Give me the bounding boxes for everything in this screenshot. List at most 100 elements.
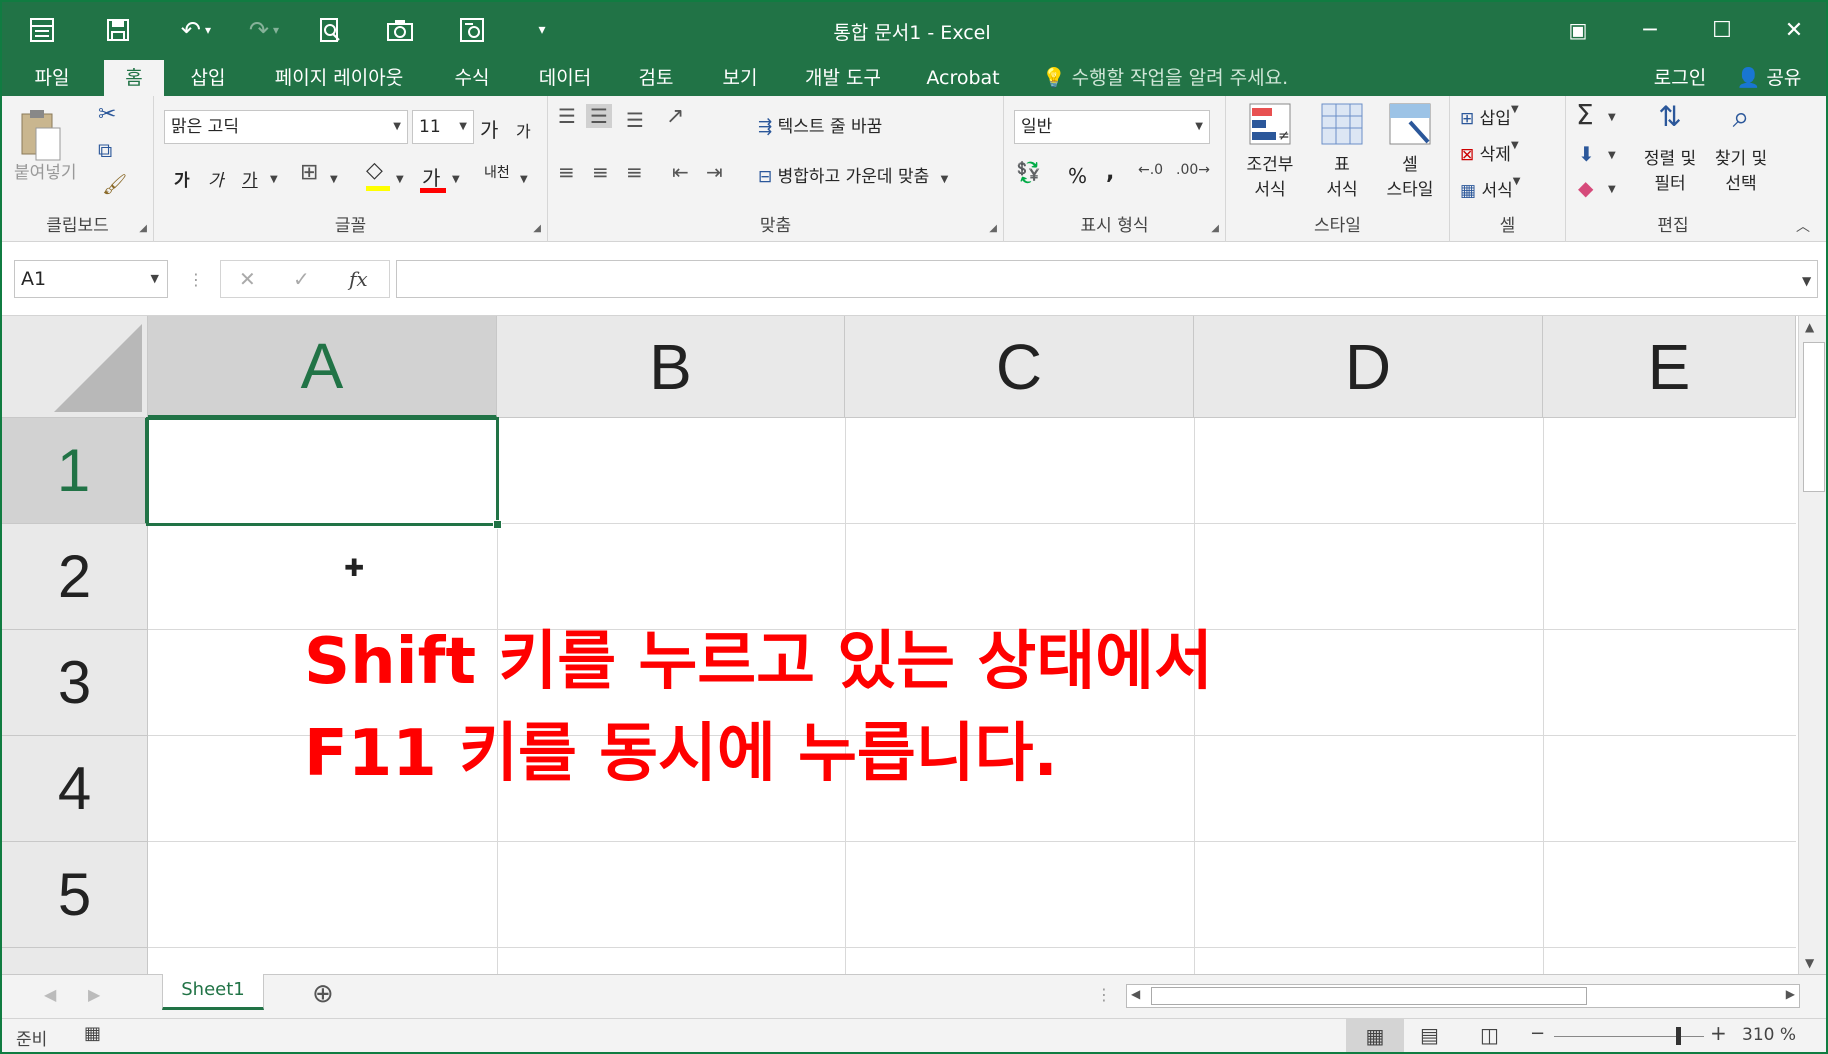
conditional-formatting-button[interactable]: ≠ 조건부 서식 [1236,102,1304,200]
chevron-down-icon[interactable]: ▼ [1608,150,1616,161]
cell-styles-button[interactable]: 셀 스타일 [1378,102,1442,200]
dialog-launcher-icon[interactable]: ◢ [533,223,541,234]
align-left-icon[interactable]: ≡ [558,160,575,184]
scroll-left-icon[interactable]: ◀ [1131,987,1140,1001]
scroll-up-icon[interactable]: ▲ [1805,320,1814,334]
format-as-table-button[interactable]: 표 서식 [1310,102,1374,200]
fill-icon[interactable]: ⬇ [1578,142,1595,166]
row-header-3[interactable]: 3 [2,630,148,736]
insert-function-icon[interactable]: fx [349,261,368,297]
orientation-icon[interactable]: ↗ [666,104,684,129]
tab-review[interactable]: 검토 [626,60,686,96]
column-header-d[interactable]: D [1194,316,1543,418]
phonetic-button[interactable]: 내천 [484,162,510,182]
horizontal-scrollbar[interactable]: ◀ ▶ [1126,984,1800,1008]
name-box[interactable]: A1 ▼ [14,260,168,298]
print-preview-icon[interactable] [310,12,350,48]
align-bottom-icon[interactable]: ☰ [626,108,644,132]
row-header-1[interactable]: 1 [2,418,148,524]
undo-icon[interactable]: ↶ ▾ [170,12,222,48]
form-settings-icon[interactable] [452,12,492,48]
percent-button[interactable]: % [1068,164,1087,188]
sign-in-link[interactable]: 로그인 [1642,60,1718,96]
fill-handle[interactable] [493,520,502,529]
border-icon[interactable]: ⊞ [300,160,318,185]
share-button[interactable]: 👤 공유 [1728,60,1810,96]
page-layout-view-icon[interactable]: ▤ [1420,1023,1439,1047]
align-top-icon[interactable]: ☰ [558,104,576,128]
select-all-button[interactable] [2,316,148,418]
column-header-c[interactable]: C [845,316,1194,418]
sort-filter-button[interactable]: ⇅ 정렬 및 필터 [1636,100,1704,194]
increase-decimal-icon[interactable]: ←.0 [1138,162,1163,178]
underline-button[interactable]: 가 [242,166,258,191]
merge-center-button[interactable]: ⊟ 병합하고 가운데 맞춤 ▼ [758,162,948,187]
zoom-out-button[interactable]: − [1530,1023,1545,1044]
chevron-down-icon[interactable]: ▼ [330,174,338,185]
shrink-font-button[interactable]: 가 [516,118,531,142]
new-sheet-button[interactable]: ⊕ [312,979,334,1009]
number-format-combo[interactable]: 일반 ▼ [1014,110,1210,144]
normal-view-icon[interactable]: ▦ [1346,1019,1404,1052]
scroll-right-icon[interactable]: ▶ [1786,987,1795,1001]
chevron-down-icon[interactable]: ▼ [452,174,460,185]
column-header-a[interactable]: A [148,316,497,418]
horizontal-scroll-thumb[interactable] [1151,987,1587,1005]
cancel-icon[interactable]: ✕ [239,261,256,297]
sheet-tab-sheet1[interactable]: Sheet1 [162,974,264,1010]
dialog-launcher-icon[interactable]: ◢ [139,223,147,234]
camera-icon[interactable] [380,12,420,48]
collapse-ribbon-icon[interactable]: ︿ [1796,216,1810,236]
align-right-icon[interactable]: ≡ [626,160,643,184]
maximize-button[interactable]: ☐ [1694,8,1750,52]
row-header-4[interactable]: 4 [2,736,148,842]
tab-page-layout[interactable]: 페이지 레이아웃 [264,60,414,96]
formula-input[interactable] [396,260,1818,298]
cut-icon[interactable]: ✂ [98,102,116,127]
zoom-in-button[interactable]: + [1710,1021,1727,1045]
close-button[interactable]: ✕ [1766,8,1822,52]
customize-qat-icon[interactable]: ▾ [522,12,562,48]
copy-icon[interactable]: ⧉ [98,138,112,162]
align-center-icon[interactable]: ≡ [592,160,609,184]
font-size-combo[interactable]: 11 ▼ [412,110,474,144]
ribbon-display-options-icon[interactable]: ▣ [1550,8,1606,52]
chevron-down-icon[interactable]: ▼ [520,174,528,185]
row-header-2[interactable]: 2 [2,524,148,630]
save-icon[interactable] [98,12,138,48]
chevron-down-icon[interactable]: ▼ [1608,184,1616,195]
align-middle-icon[interactable]: ☰ [586,104,612,128]
dialog-launcher-icon[interactable]: ◢ [1211,223,1219,234]
tab-data[interactable]: 데이터 [530,60,600,96]
fill-color-icon[interactable]: ◇ [366,158,390,191]
decrease-decimal-icon[interactable]: .00→ [1176,162,1210,178]
enter-icon[interactable]: ✓ [293,261,310,297]
format-cells-button[interactable]: ▦ 서식 ▼ [1460,176,1520,201]
vertical-scroll-thumb[interactable] [1803,342,1825,492]
tab-formulas[interactable]: 수식 [442,60,502,96]
grow-font-button[interactable]: 가 [480,114,498,143]
decrease-indent-icon[interactable]: ⇤ [672,160,689,184]
italic-button[interactable]: 가 [208,166,224,191]
tab-insert[interactable]: 삽입 [178,60,238,96]
bold-button[interactable]: 가 [174,166,190,191]
clear-icon[interactable]: ◆ [1578,176,1593,200]
row-header-5[interactable]: 5 [2,842,148,948]
macro-record-icon[interactable]: ▦ [84,1023,101,1044]
chevron-down-icon[interactable]: ▼ [270,174,278,185]
chevron-down-icon[interactable]: ▼ [396,174,404,185]
expand-formula-bar-icon[interactable]: ▼ [1802,274,1811,288]
column-header-b[interactable]: B [497,316,845,418]
autosum-icon[interactable]: Σ [1576,98,1594,131]
active-cell-a1[interactable] [146,417,502,529]
increase-indent-icon[interactable]: ⇥ [706,160,723,184]
column-header-e[interactable]: E [1543,316,1796,418]
minimize-button[interactable]: ─ [1622,8,1678,52]
font-name-combo[interactable]: 맑은 고딕 ▼ [164,110,408,144]
tab-acrobat[interactable]: Acrobat [918,60,1008,96]
next-sheet-icon[interactable]: ▶ [88,985,100,1004]
format-painter-icon[interactable]: 🖌 [102,172,127,196]
tell-me-box[interactable]: 💡 수행할 작업을 알려 주세요. [1042,60,1288,96]
accounting-format-icon[interactable]: 💱 [1016,160,1041,184]
zoom-slider-track[interactable] [1554,1036,1704,1037]
